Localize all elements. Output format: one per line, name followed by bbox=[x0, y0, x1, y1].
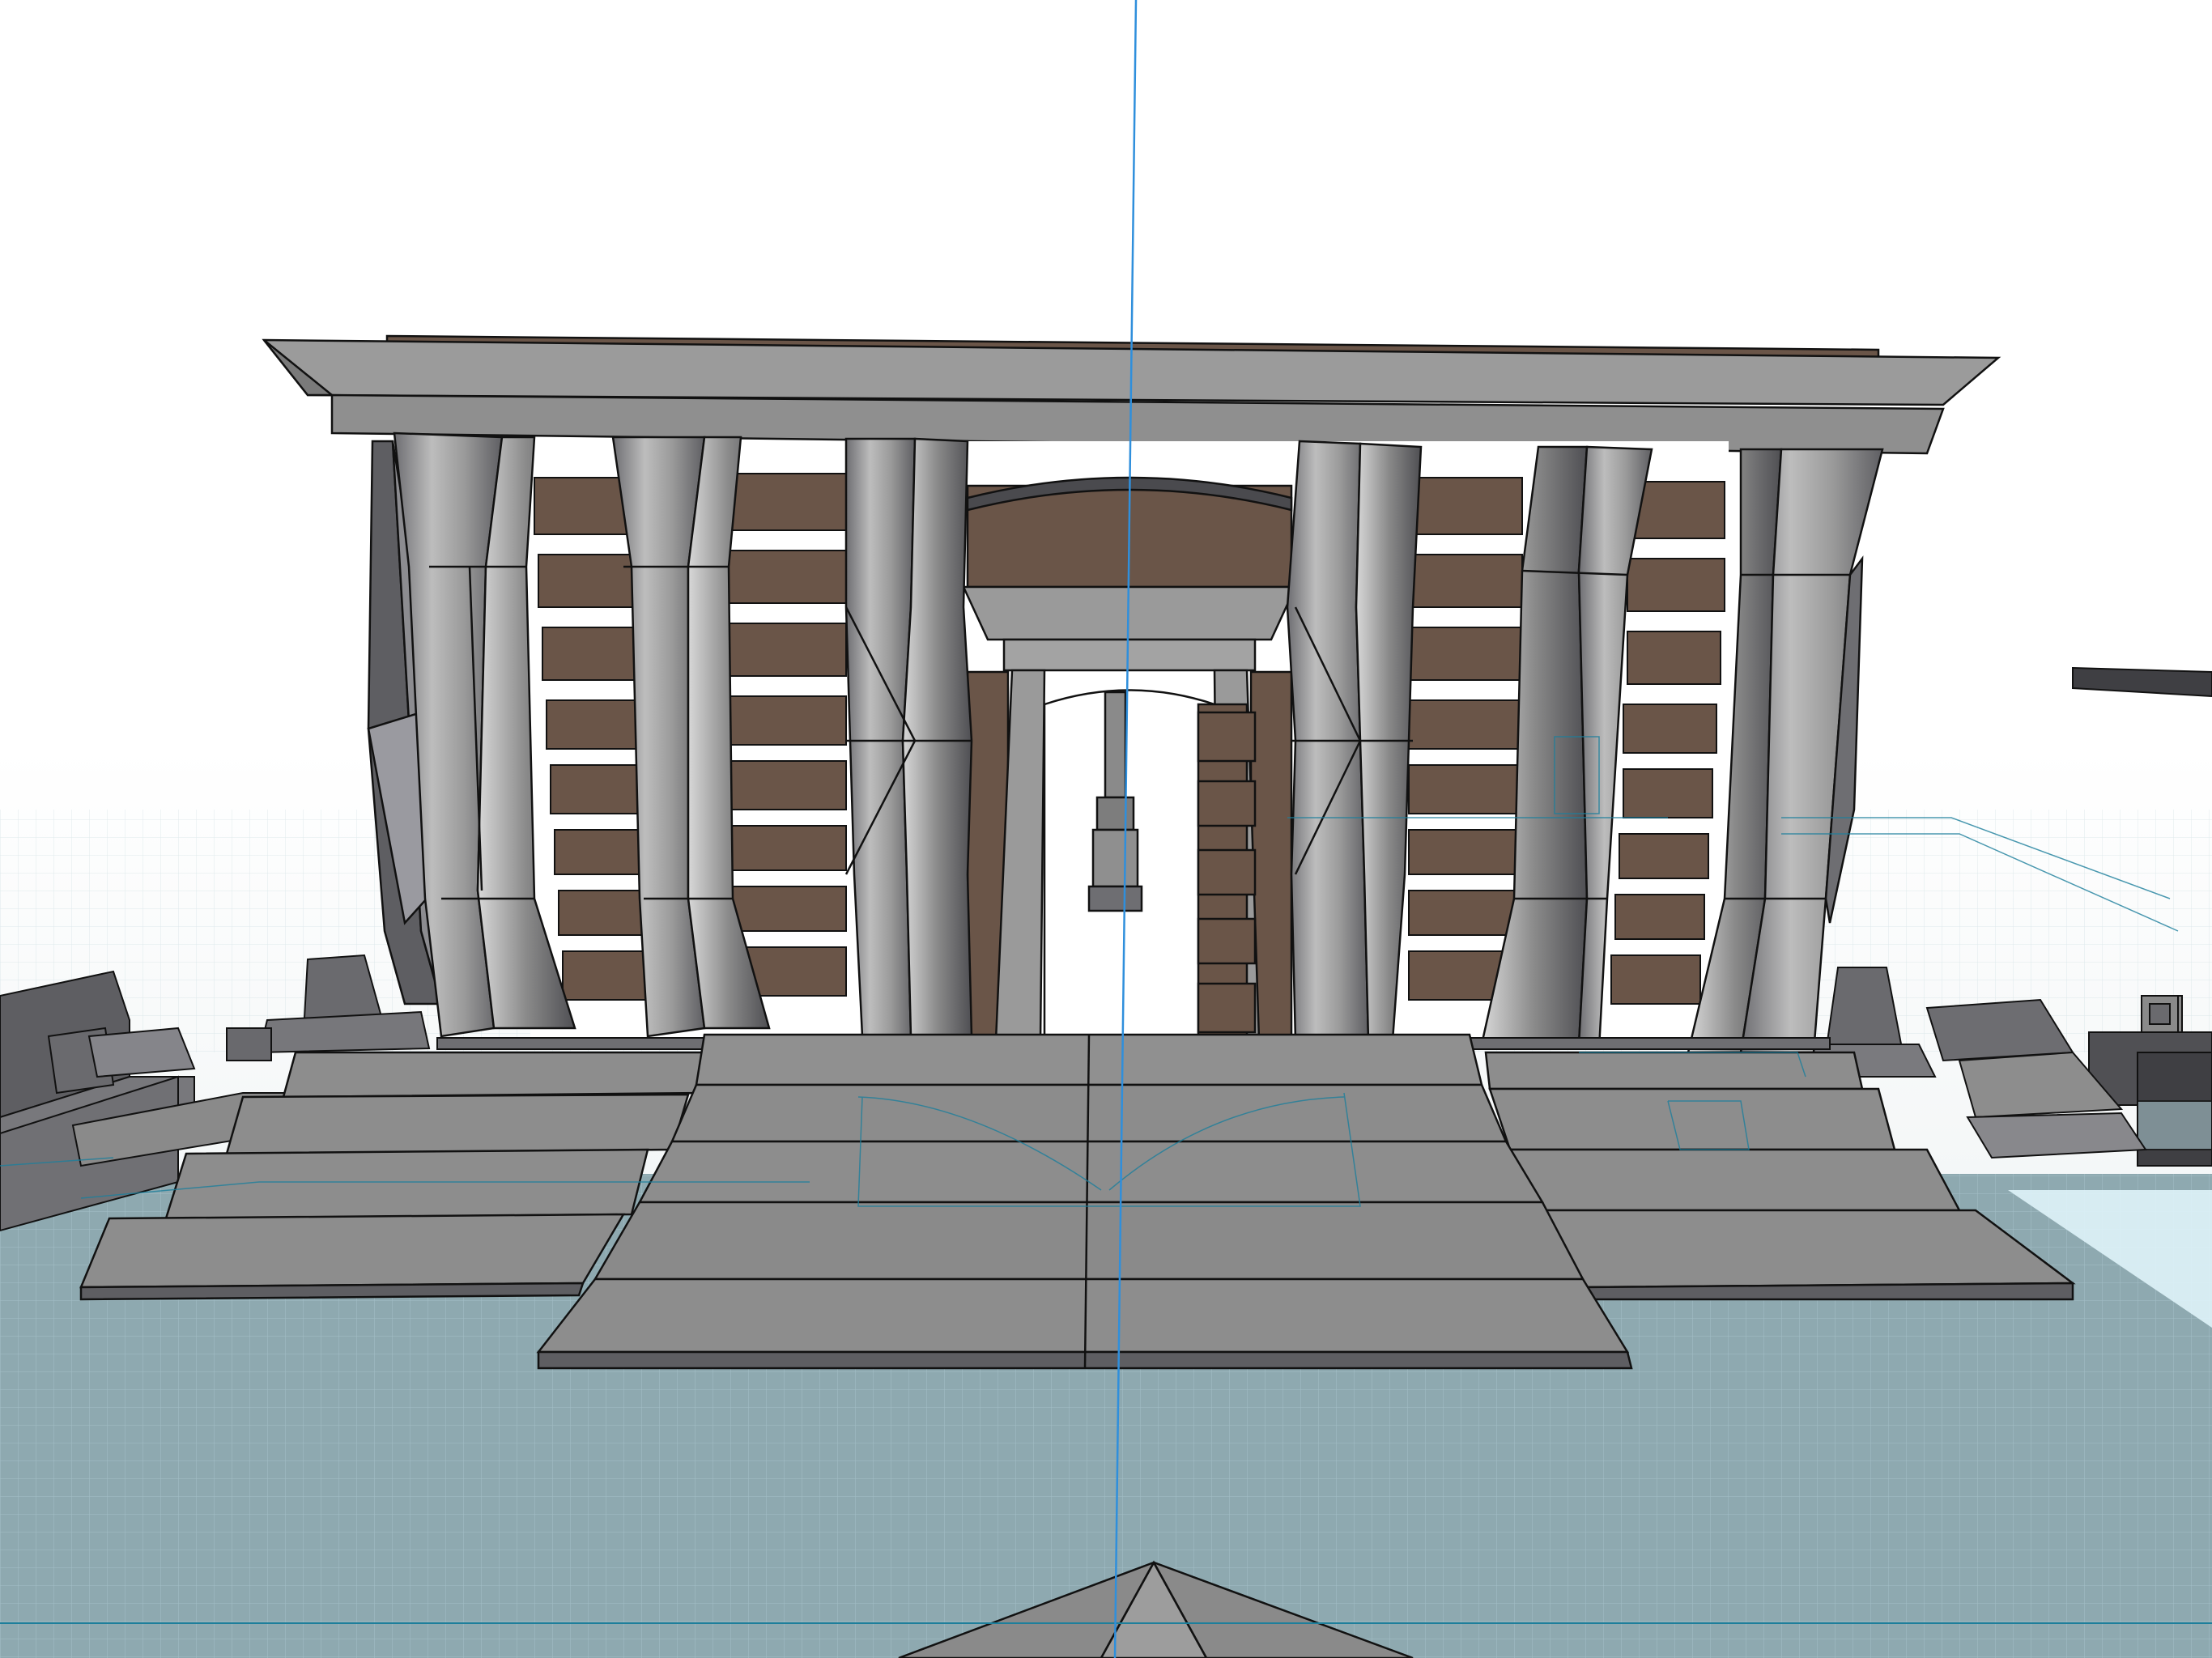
right-columns bbox=[1286, 440, 1884, 1054]
side-lantern bbox=[2141, 995, 2179, 1033]
3d-viewport[interactable] bbox=[0, 0, 2212, 1658]
column-3 bbox=[844, 437, 973, 1038]
left-columns bbox=[367, 432, 973, 1038]
model-scene[interactable] bbox=[0, 0, 2212, 1658]
